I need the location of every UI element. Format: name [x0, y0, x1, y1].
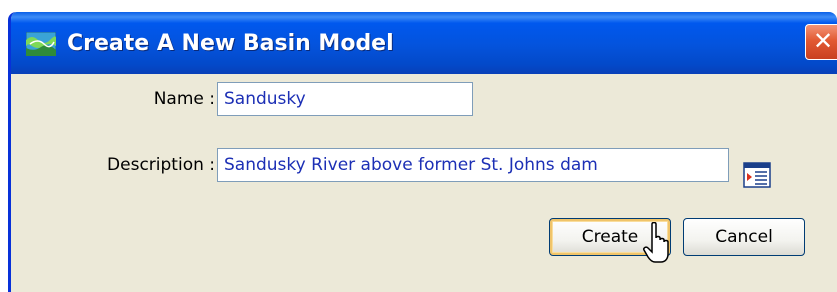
dialog-title: Create A New Basin Model — [67, 31, 394, 56]
basin-model-icon — [26, 32, 56, 56]
name-label: Name : — [153, 89, 215, 109]
create-basin-model-dialog: Create A New Basin Model ✕ Name : Sandus… — [8, 12, 837, 292]
description-label: Description : — [107, 155, 215, 175]
title-bar[interactable]: Create A New Basin Model ✕ — [11, 12, 837, 74]
cancel-button[interactable]: Cancel — [683, 218, 805, 256]
text-editor-icon[interactable] — [743, 162, 771, 188]
name-input[interactable]: Sandusky — [217, 82, 473, 116]
close-button[interactable]: ✕ — [805, 24, 837, 60]
description-input[interactable]: Sandusky River above former St. Johns da… — [217, 148, 729, 182]
mouse-pointer-icon — [643, 222, 669, 263]
